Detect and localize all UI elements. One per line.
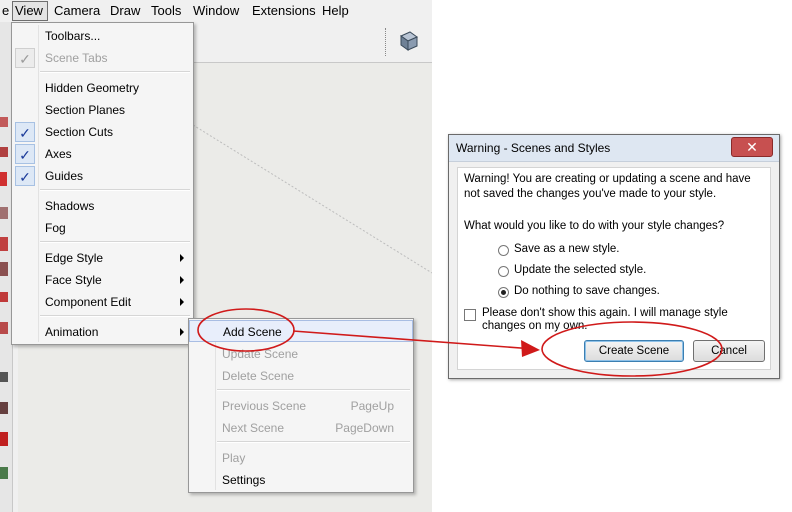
menu-item-label: Section Cuts bbox=[45, 125, 114, 139]
menu-item-label: Scene Tabs bbox=[45, 51, 108, 65]
menu-extensions[interactable]: Extensions bbox=[250, 2, 318, 20]
checkmark-icon: ✓ bbox=[15, 122, 35, 142]
menu-edit-partial[interactable]: e bbox=[0, 2, 11, 20]
menu-item-label: Toolbars... bbox=[45, 29, 101, 43]
dialog-body: Warning! You are creating or updating a … bbox=[457, 167, 771, 370]
menu-separator bbox=[40, 315, 190, 317]
submenu-arrow-icon bbox=[180, 328, 184, 336]
menu-item-label: Face Style bbox=[45, 273, 102, 287]
menu-draw[interactable]: Draw bbox=[108, 2, 142, 20]
close-button[interactable]: ✕ bbox=[731, 137, 773, 157]
menu-camera[interactable]: Camera bbox=[52, 2, 102, 20]
menu-separator bbox=[217, 389, 410, 391]
menu-separator bbox=[217, 441, 410, 443]
view-menu-item-toolbars[interactable]: Toolbars... bbox=[12, 25, 193, 47]
warning-message: Warning! You are creating or updating a … bbox=[464, 173, 751, 200]
submenu-arrow-icon bbox=[180, 254, 184, 262]
menu-item-label: Add Scene bbox=[223, 325, 282, 339]
menu-separator bbox=[40, 71, 190, 73]
view-menu-item-edge-style[interactable]: Edge Style bbox=[12, 247, 193, 269]
animation-menu-item-previous-scene[interactable]: Previous Scene PageUp bbox=[189, 395, 413, 417]
animation-menu-item-update-scene[interactable]: Update Scene bbox=[189, 343, 413, 365]
view-menu-item-axes[interactable]: ✓ Axes bbox=[12, 143, 193, 165]
radio-label: Save as a new style. bbox=[514, 243, 620, 255]
menu-item-label: Settings bbox=[222, 473, 266, 487]
animation-menu-item-delete-scene[interactable]: Delete Scene bbox=[189, 365, 413, 387]
checkmark-icon: ✓ bbox=[15, 166, 35, 186]
menu-item-label: Guides bbox=[45, 169, 84, 183]
radio-indicator[interactable] bbox=[498, 245, 509, 256]
menu-window[interactable]: Window bbox=[191, 2, 241, 20]
menu-item-label: Hidden Geometry bbox=[45, 81, 140, 95]
view-menu-item-scene-tabs[interactable]: ✓ Scene Tabs bbox=[12, 47, 193, 69]
view-menu-item-section-planes[interactable]: Section Planes bbox=[12, 99, 193, 121]
menu-item-label: Section Planes bbox=[45, 103, 126, 117]
menu-item-label: Edge Style bbox=[45, 251, 104, 265]
menu-item-label: Next Scene bbox=[222, 421, 285, 435]
animation-menu-item-settings[interactable]: Settings bbox=[189, 469, 413, 491]
dialog-title: Warning - Scenes and Styles bbox=[456, 141, 611, 155]
radio-label: Update the selected style. bbox=[514, 264, 647, 276]
view-menu-item-shadows[interactable]: Shadows bbox=[12, 195, 193, 217]
create-scene-button[interactable]: Create Scene bbox=[584, 340, 684, 362]
view-menu-item-face-style[interactable]: Face Style bbox=[12, 269, 193, 291]
close-icon: ✕ bbox=[746, 139, 758, 155]
checkmark-icon: ✓ bbox=[15, 144, 35, 164]
view-menu-item-guides[interactable]: ✓ Guides bbox=[12, 165, 193, 187]
view-menu-item-fog[interactable]: Fog bbox=[12, 217, 193, 239]
cancel-button[interactable]: Cancel bbox=[693, 340, 765, 362]
animation-menu-item-play[interactable]: Play bbox=[189, 447, 413, 469]
view-menu-item-animation[interactable]: Animation bbox=[12, 321, 193, 343]
animation-menu-item-next-scene[interactable]: Next Scene PageDown bbox=[189, 417, 413, 439]
menu-item-label: Delete Scene bbox=[222, 369, 295, 383]
menu-tools[interactable]: Tools bbox=[149, 2, 183, 20]
view-menu-item-hidden-geometry[interactable]: Hidden Geometry bbox=[12, 77, 193, 99]
view-menu-item-section-cuts[interactable]: ✓ Section Cuts bbox=[12, 121, 193, 143]
toolbar-separator bbox=[385, 28, 388, 56]
view-menu-item-component-edit[interactable]: Component Edit bbox=[12, 291, 193, 313]
view-menu: Toolbars... ✓ Scene Tabs Hidden Geometry Sec… bbox=[11, 22, 194, 345]
style-question: What would you like to do with your styl… bbox=[464, 220, 725, 232]
menu-item-label: Fog bbox=[45, 221, 66, 235]
menu-item-label: Animation bbox=[45, 325, 99, 339]
submenu-arrow-icon bbox=[180, 276, 184, 284]
cube-view-icon[interactable] bbox=[395, 26, 423, 54]
submenu-arrow-icon bbox=[180, 298, 184, 306]
menu-separator bbox=[40, 189, 190, 191]
radio-label: Do nothing to save changes. bbox=[514, 285, 660, 297]
menu-help[interactable]: Help bbox=[320, 2, 351, 20]
animation-submenu: Add Scene Update Scene Delete Scene Previou… bbox=[188, 318, 414, 493]
radio-indicator-selected[interactable] bbox=[498, 287, 509, 298]
menu-bar: e View Camera Draw Tools Window Extensio… bbox=[0, 0, 432, 23]
menu-separator bbox=[40, 241, 190, 243]
menu-item-label: Shadows bbox=[45, 199, 95, 213]
menu-item-label: Axes bbox=[45, 147, 72, 161]
menu-item-label: Play bbox=[222, 451, 246, 465]
warning-dialog: Warning - Scenes and Styles ✕ Warning! Y… bbox=[448, 134, 780, 379]
menu-item-label: Component Edit bbox=[45, 295, 132, 309]
menu-item-label: Previous Scene bbox=[222, 399, 307, 413]
animation-menu-item-add-scene[interactable]: Add Scene bbox=[189, 320, 413, 342]
checkmark-icon: ✓ bbox=[15, 48, 35, 68]
radio-indicator[interactable] bbox=[498, 266, 509, 277]
dont-show-again-label: Please don't show this again. I will man… bbox=[482, 307, 728, 332]
menu-item-shortcut: PageDown bbox=[335, 421, 394, 435]
menu-view[interactable]: View bbox=[12, 1, 48, 21]
toolbar bbox=[193, 22, 432, 63]
dont-show-again-checkbox[interactable] bbox=[464, 309, 476, 321]
menu-item-label: Update Scene bbox=[222, 347, 299, 361]
dialog-titlebar: Warning - Scenes and Styles ✕ bbox=[449, 135, 779, 162]
menu-item-shortcut: PageUp bbox=[350, 399, 394, 413]
